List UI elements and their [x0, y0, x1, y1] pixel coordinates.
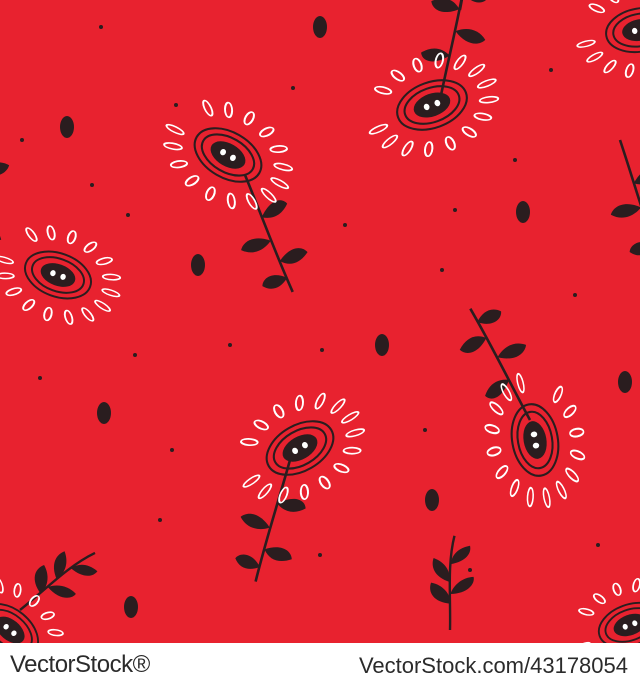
brand-word-stock: Stock [75, 651, 133, 678]
watermark-footer: VectorStock® VectorStock.com/43178054 [0, 643, 640, 691]
floral-pattern [0, 0, 640, 643]
brand-logo: VectorStock® [10, 651, 150, 679]
brand-word-vector: Vector [10, 651, 76, 678]
brand-registered-mark: ® [132, 651, 151, 678]
image-id-text: VectorStock.com/43178054 [358, 653, 628, 678]
